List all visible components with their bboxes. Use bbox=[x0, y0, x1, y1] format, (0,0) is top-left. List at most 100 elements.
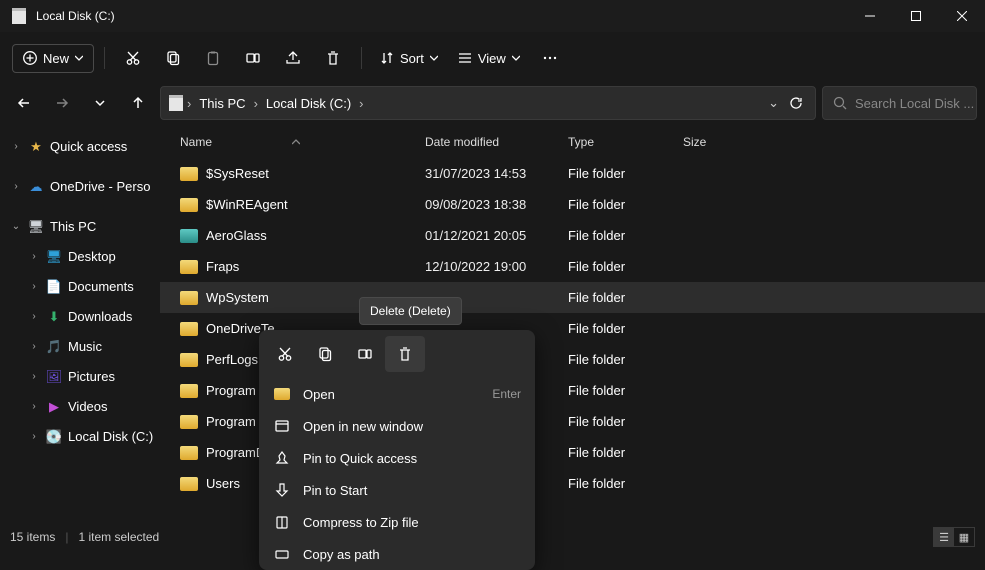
chevron-down-icon: ⌄ bbox=[10, 213, 22, 241]
file-date: 01/12/2021 20:05 bbox=[425, 228, 568, 243]
download-icon: ⬇ bbox=[46, 309, 62, 325]
breadcrumb-drive[interactable]: Local Disk (C:) bbox=[262, 96, 355, 111]
file-date: 09/08/2023 18:38 bbox=[425, 197, 568, 212]
new-label: New bbox=[43, 51, 69, 66]
sidebar-item-label: Documents bbox=[68, 273, 134, 301]
back-button[interactable] bbox=[8, 87, 40, 119]
up-button[interactable] bbox=[122, 87, 154, 119]
context-item-pin-to-quick-access[interactable]: Pin to Quick access bbox=[259, 442, 535, 474]
search-input[interactable]: Search Local Disk ... bbox=[822, 86, 977, 120]
file-type: File folder bbox=[568, 383, 683, 398]
recent-button[interactable] bbox=[84, 87, 116, 119]
sidebar-item-label: OneDrive - Perso bbox=[50, 173, 150, 201]
file-name: PerfLogs bbox=[206, 352, 258, 367]
music-icon: 🎵 bbox=[46, 339, 62, 355]
desktop-icon: 🖥 bbox=[46, 249, 62, 265]
share-button[interactable] bbox=[275, 40, 311, 76]
copy-icon bbox=[317, 346, 333, 362]
doc-icon: 📄 bbox=[46, 279, 62, 295]
table-row[interactable]: $WinREAgent09/08/2023 18:38File folder bbox=[160, 189, 985, 220]
forward-button[interactable] bbox=[46, 87, 78, 119]
sidebar-item-label: Quick access bbox=[50, 133, 127, 161]
pin-start-icon bbox=[273, 482, 291, 498]
context-item-open-in-new-window[interactable]: Open in new window bbox=[259, 410, 535, 442]
sidebar-item-music[interactable]: ›🎵Music bbox=[6, 332, 160, 362]
context-item-compress-to-zip-file[interactable]: Compress to Zip file bbox=[259, 506, 535, 538]
tooltip-text: Delete (Delete) bbox=[370, 304, 451, 318]
breadcrumb-this-pc[interactable]: This PC bbox=[195, 96, 249, 111]
view-button[interactable]: View bbox=[450, 45, 528, 72]
context-cut-button[interactable] bbox=[265, 336, 305, 372]
file-date: 12/10/2022 19:00 bbox=[425, 259, 568, 274]
context-item-shortcut: Enter bbox=[492, 387, 521, 401]
table-row[interactable]: WpSystemFile folder bbox=[160, 282, 985, 313]
sidebar-item-desktop[interactable]: ›🖥Desktop bbox=[6, 242, 160, 272]
sidebar-item-pictures[interactable]: ›🖼Pictures bbox=[6, 362, 160, 392]
chevron-right-icon: › bbox=[250, 96, 262, 111]
folder-icon bbox=[273, 388, 291, 400]
context-item-label: Pin to Start bbox=[303, 483, 367, 498]
delete-button[interactable] bbox=[315, 40, 351, 76]
copy-button[interactable] bbox=[155, 40, 191, 76]
file-type: File folder bbox=[568, 476, 683, 491]
chevron-right-icon: › bbox=[28, 393, 40, 421]
picture-icon: 🖼 bbox=[46, 369, 62, 385]
sidebar-item-local-disk-c-[interactable]: ›💽Local Disk (C:) bbox=[6, 422, 160, 452]
minimize-button[interactable] bbox=[847, 0, 893, 32]
table-row[interactable]: Fraps12/10/2022 19:00File folder bbox=[160, 251, 985, 282]
table-row[interactable]: $SysReset31/07/2023 14:53File folder bbox=[160, 158, 985, 189]
sidebar-item-label: Downloads bbox=[68, 303, 132, 331]
maximize-button[interactable] bbox=[893, 0, 939, 32]
folder-icon bbox=[180, 198, 198, 212]
chevron-right-icon: › bbox=[28, 303, 40, 331]
column-size[interactable]: Size bbox=[683, 135, 753, 149]
sidebar-item-documents[interactable]: ›📄Documents bbox=[6, 272, 160, 302]
window-icon bbox=[273, 418, 291, 434]
close-button[interactable] bbox=[939, 0, 985, 32]
sidebar-item-this-pc[interactable]: ⌄ 🖥 This PC bbox=[6, 212, 160, 242]
context-item-label: Copy as path bbox=[303, 547, 380, 562]
context-item-label: Open in new window bbox=[303, 419, 423, 434]
chevron-down-icon bbox=[75, 54, 83, 62]
cut-button[interactable] bbox=[115, 40, 151, 76]
rename-button[interactable] bbox=[235, 40, 271, 76]
arrow-up-icon bbox=[131, 96, 145, 110]
context-item-pin-to-start[interactable]: Pin to Start bbox=[259, 474, 535, 506]
file-type: File folder bbox=[568, 352, 683, 367]
sidebar-item-quick-access[interactable]: › ★ Quick access bbox=[6, 132, 160, 162]
context-item-label: Pin to Quick access bbox=[303, 451, 417, 466]
copy-icon bbox=[165, 50, 181, 66]
title-bar: Local Disk (C:) bbox=[0, 0, 985, 32]
context-item-open[interactable]: OpenEnter bbox=[259, 378, 535, 410]
app-icon bbox=[12, 8, 26, 24]
table-row[interactable]: AeroGlass01/12/2021 20:05File folder bbox=[160, 220, 985, 251]
chevron-right-icon: › bbox=[10, 173, 22, 201]
pin-icon bbox=[273, 450, 291, 466]
arrow-left-icon bbox=[17, 96, 31, 110]
sidebar-item-downloads[interactable]: › ⬇ Downloads bbox=[6, 302, 160, 332]
file-name: $WinREAgent bbox=[206, 197, 288, 212]
file-type: File folder bbox=[568, 290, 683, 305]
paste-button[interactable] bbox=[195, 40, 231, 76]
new-button[interactable]: New bbox=[12, 44, 94, 73]
column-name[interactable]: Name bbox=[180, 135, 425, 149]
refresh-button[interactable] bbox=[785, 96, 807, 110]
context-rename-button[interactable] bbox=[345, 336, 385, 372]
icons-view-button[interactable]: ▦ bbox=[954, 528, 974, 546]
address-bar[interactable]: › This PC › Local Disk (C:) › ⌄ bbox=[160, 86, 816, 120]
chevron-right-icon: › bbox=[28, 363, 40, 391]
more-button[interactable] bbox=[532, 40, 568, 76]
sidebar-item-onedrive[interactable]: › ☁ OneDrive - Perso bbox=[6, 172, 160, 202]
search-icon bbox=[833, 96, 847, 110]
trash-icon bbox=[325, 50, 341, 66]
column-type[interactable]: Type bbox=[568, 135, 683, 149]
sort-button[interactable]: Sort bbox=[372, 45, 446, 72]
context-delete-button[interactable] bbox=[385, 336, 425, 372]
context-copy-button[interactable] bbox=[305, 336, 345, 372]
column-date[interactable]: Date modified bbox=[425, 135, 568, 149]
history-chevron-icon[interactable]: ⌄ bbox=[762, 95, 785, 111]
navigation-pane: › ★ Quick access › ☁ OneDrive - Perso ⌄ … bbox=[0, 126, 160, 531]
details-view-button[interactable]: ☰ bbox=[934, 528, 954, 546]
context-item-copy-as-path[interactable]: Copy as path bbox=[259, 538, 535, 570]
sidebar-item-videos[interactable]: ›▶Videos bbox=[6, 392, 160, 422]
